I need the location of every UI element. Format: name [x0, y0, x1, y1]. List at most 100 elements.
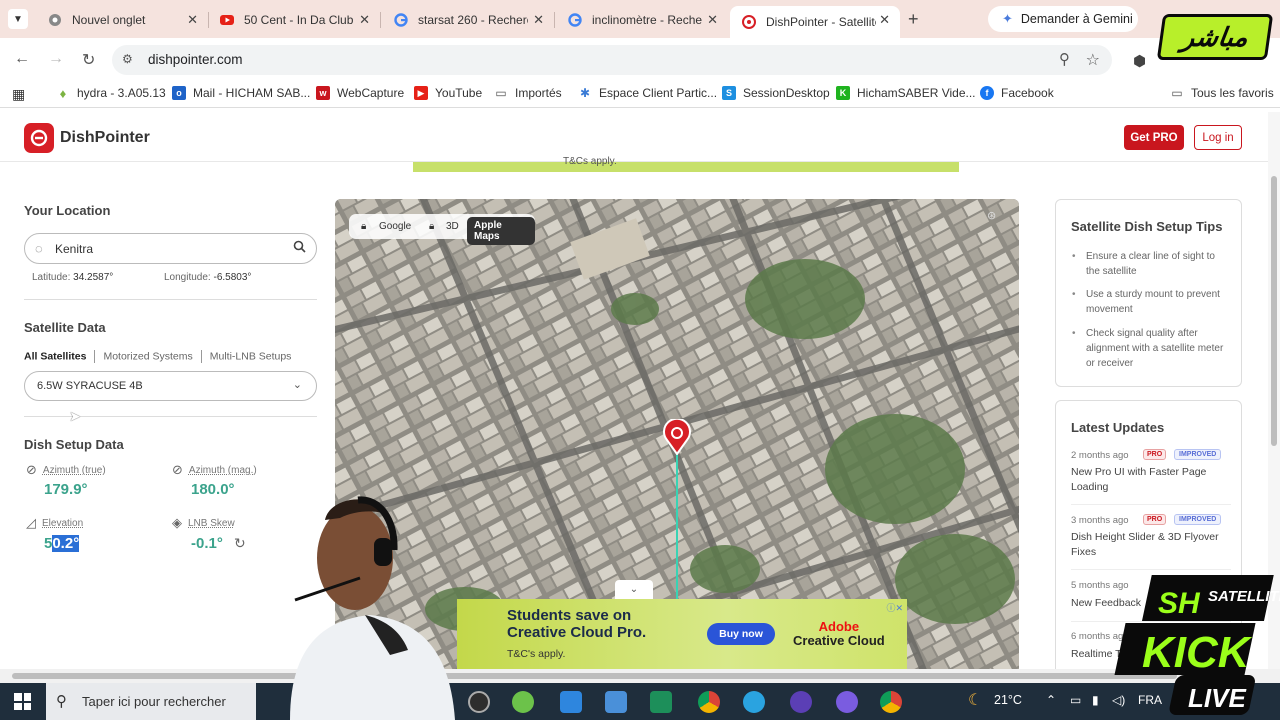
tab-new-tab[interactable]: Nouvel onglet ✕ — [36, 6, 208, 34]
tip-item: Use a sturdy mount to prevent movement — [1072, 287, 1231, 317]
app-icon[interactable] — [836, 691, 858, 713]
top-ad-banner[interactable]: T&Cs apply. — [413, 156, 959, 172]
bookmark-label: hydra - 3.A05.13 — [77, 86, 166, 100]
reload-icon[interactable]: ↻ — [82, 50, 95, 70]
map-source-switcher: 🔒︎ Google 🔒︎ 3D Apple Maps — [349, 214, 535, 245]
lnb-skew-label[interactable]: ◈ LNB Skew — [172, 515, 235, 531]
login-button[interactable]: Log in — [1194, 125, 1242, 150]
pro-badge: PRO — [1143, 449, 1167, 460]
satellite-tabs: All Satellites Motorized Systems Multi-LNB… — [24, 350, 291, 363]
bookmark-importes[interactable]: ▭ Importés — [494, 86, 561, 100]
tab-google-starsat[interactable]: starsat 260 - Recherche ✕ — [382, 6, 554, 34]
close-icon[interactable]: ✕ — [879, 12, 890, 28]
weather-temp[interactable]: 21°C — [994, 693, 1022, 707]
url-text: dishpointer.com — [148, 52, 243, 67]
taskbar-search[interactable]: ⚲ Taper ici pour rechercher — [46, 683, 256, 720]
chrome-icon — [48, 13, 62, 27]
ad-buy-button[interactable]: Buy now — [707, 623, 775, 645]
satellite-select[interactable]: 6.5W SYRACUSE 4B ⌄ — [24, 371, 317, 401]
chrome-icon[interactable] — [880, 691, 902, 713]
zoom-icon[interactable]: ⚲ — [1059, 50, 1070, 68]
tab-title: inclinomètre - Recherche — [592, 13, 702, 27]
close-icon[interactable]: ✕ — [533, 12, 544, 28]
bookmark-webcapture[interactable]: w WebCapture — [316, 86, 404, 100]
ad-info-icon[interactable]: ⓘ✕ — [886, 601, 903, 614]
telegram-icon[interactable] — [743, 691, 765, 713]
search-icon: ⚲ — [56, 693, 67, 710]
sessiondesktop-icon: S — [722, 86, 736, 100]
bookmark-label: Espace Client Partic... — [599, 86, 718, 100]
bookmark-youtube[interactable]: ▶ YouTube — [414, 86, 482, 100]
bookmark-hichamsaber[interactable]: K HichamSABER Vide... — [836, 86, 976, 100]
scroll-thumb[interactable] — [1271, 176, 1277, 446]
tab-all-satellites[interactable]: All Satellites — [24, 350, 86, 362]
adobe-ad-banner[interactable]: Students save on Creative Cloud Pro. T&C'… — [457, 599, 907, 669]
map-3d-button[interactable]: 3D — [446, 221, 459, 232]
tab-google-inclinometre[interactable]: inclinomètre - Recherche ✕ — [556, 6, 728, 34]
location-target-icon: ◌ — [35, 241, 43, 256]
close-icon[interactable]: ✕ — [359, 12, 370, 28]
close-icon[interactable]: ✕ — [187, 12, 198, 28]
bookmark-hydra[interactable]: ♦ hydra - 3.A05.13 — [56, 86, 166, 101]
latitude-readout: Latitude: 34.2587° — [32, 272, 113, 283]
chrome-icon[interactable] — [698, 691, 720, 713]
dishpointer-logo[interactable]: DishPointer — [24, 123, 150, 153]
sh-satellite-kick-live-logo: SH SATELLITE KICK LIVE — [1112, 555, 1280, 720]
app-icon[interactable] — [468, 691, 490, 713]
azimuth-true-label[interactable]: ⊘ Azimuth (true) — [26, 462, 106, 478]
azimuth-mag-label[interactable]: ⊘ Azimuth (mag.) — [172, 462, 257, 478]
tab-search-button[interactable]: ▼ — [8, 9, 28, 29]
live-text: LIVE — [1188, 683, 1246, 713]
network-icon[interactable]: ▭ — [1070, 693, 1081, 707]
app-icon[interactable] — [512, 691, 534, 713]
elevation-value[interactable]: 50.2° — [44, 535, 80, 552]
app-icon[interactable] — [650, 691, 672, 713]
get-pro-button[interactable]: Get PRO — [1124, 125, 1184, 150]
youtube-icon: ▶ — [414, 86, 428, 100]
forward-icon[interactable]: → — [48, 50, 64, 68]
extension-icon[interactable]: ⬢ — [1133, 52, 1146, 70]
back-icon[interactable]: ← — [14, 50, 30, 68]
weather-icon: ☾ — [968, 692, 983, 709]
tab-youtube[interactable]: 50 Cent - In Da Club ✕ — [208, 6, 380, 34]
map-apple-button[interactable]: Apple Maps — [467, 217, 535, 245]
tab-motorized-systems[interactable]: Motorized Systems — [103, 350, 192, 362]
chevron-up-icon[interactable]: ⌃ — [1046, 693, 1056, 707]
youtube-icon — [220, 13, 234, 27]
lock-icon: 🔒︎ — [361, 221, 367, 232]
app-icon[interactable] — [790, 691, 812, 713]
elevation-value-selection: 0.2° — [52, 535, 80, 552]
bookmark-label: Mail - HICHAM SAB... — [193, 86, 311, 100]
chevron-down-icon: ⌄ — [292, 379, 302, 391]
bookmark-mail[interactable]: o Mail - HICHAM SAB... — [172, 86, 310, 100]
map-expand-icon[interactable]: ⊛ — [987, 209, 996, 222]
tab-multi-lnb-setups[interactable]: Multi-LNB Setups — [210, 350, 292, 362]
new-tab-icon[interactable]: + — [908, 9, 919, 30]
site-info-icon[interactable]: ⚙ — [122, 52, 133, 66]
gemini-button[interactable]: ✦ Demander à Gemini — [988, 6, 1138, 32]
rotate-icon[interactable]: ↻ — [234, 535, 246, 552]
google-icon — [394, 13, 408, 27]
bookmark-facebook[interactable]: f Facebook — [980, 86, 1054, 100]
address-bar[interactable]: ⚙ dishpointer.com ⚲ ☆ — [112, 45, 1112, 75]
microphone-icon[interactable]: ▮ — [1092, 693, 1099, 707]
location-search-input[interactable]: ◌ Kenitra — [24, 233, 317, 264]
all-bookmarks[interactable]: ▭ Tous les favoris — [1170, 86, 1273, 100]
app-icon[interactable] — [560, 691, 582, 713]
bookmark-sessiondesktop[interactable]: S SessionDesktop — [722, 86, 830, 100]
windows-start-icon[interactable] — [14, 693, 31, 710]
tab-dishpointer[interactable]: DishPointer - Satellite ✕ — [730, 6, 900, 38]
map-google-button[interactable]: Google — [379, 221, 411, 232]
apps-icon[interactable]: ▦ — [12, 86, 25, 103]
search-icon[interactable] — [293, 240, 306, 256]
elevation-label[interactable]: ◿ Elevation — [26, 515, 83, 531]
horizontal-scrollbar[interactable] — [0, 669, 1280, 683]
update-title[interactable]: New Pro UI with Faster Page Loading — [1071, 465, 1231, 495]
calculator-icon[interactable] — [605, 691, 627, 713]
close-icon[interactable]: ✕ — [707, 12, 718, 28]
scroll-thumb[interactable] — [12, 673, 1177, 679]
bookmark-espace-client[interactable]: ✱ Espace Client Partic... — [578, 86, 717, 100]
collapse-ad-icon[interactable]: ⌄ — [615, 580, 653, 600]
bookmark-star-icon[interactable]: ☆ — [1086, 50, 1100, 70]
angle-icon: ◿ — [26, 515, 36, 530]
